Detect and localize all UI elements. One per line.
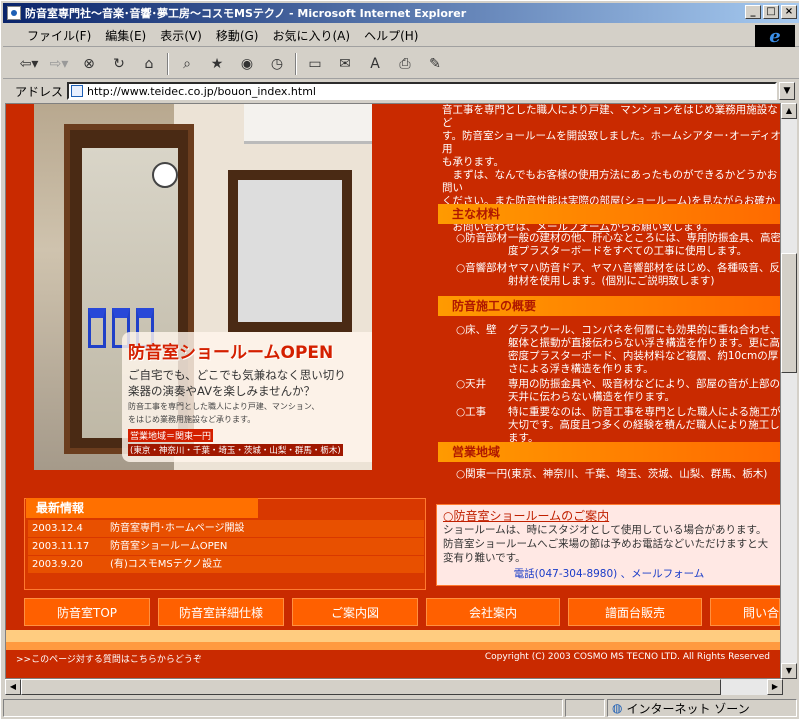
nav-buttons: 防音室TOP 防音室詳細仕様 ご案内図 会社案内 譜面台販売 問い合	[24, 598, 780, 626]
materials-row: ○防音部材 一般の建材の他、肝心なところには、専用防振金具、高密度プラスターボード…	[456, 232, 781, 257]
nav-stand-button[interactable]: 譜面台販売	[568, 598, 702, 626]
scroll-down-arrow-icon[interactable]: ▼	[781, 663, 797, 679]
fullscreen-icon[interactable]: ▭	[303, 53, 327, 75]
nav-map-button[interactable]: ご案内図	[292, 598, 418, 626]
home-icon[interactable]: ⌂	[137, 53, 161, 75]
menu-file[interactable]: ファイル(F)	[21, 25, 97, 46]
page-viewport: 防音室ショールームOPEN ご自宅でも、どこでも気兼ねなく思い切り 楽器の演奏や…	[5, 103, 781, 679]
scroll-up-arrow-icon[interactable]: ▲	[781, 103, 797, 119]
toolbar: ⇦▾ ⇨▾ ⊗ ↻ ⌂ ⌕ ★ ◉ ◷ ▭ ✉ A ⎙ ✎	[3, 49, 799, 79]
security-zone: ◍ インターネット ゾーン	[607, 699, 797, 717]
promo-overlay: 防音室ショールームOPEN ご自宅でも、どこでも気兼ねなく思い切り 楽器の演奏や…	[122, 332, 372, 462]
nav-top-button[interactable]: 防音室TOP	[24, 598, 150, 626]
menu-favorites[interactable]: お気に入り(A)	[266, 25, 356, 46]
stop-icon[interactable]: ⊗	[77, 53, 101, 75]
browser-window: 防音室専門社～音楽･音響･夢工房～コスモMSテクノ - Microsoft In…	[0, 0, 800, 720]
address-input[interactable]: http://www.teidec.co.jp/bouon_index.html	[67, 82, 777, 100]
menu-edit[interactable]: 編集(E)	[99, 25, 152, 46]
window-title: 防音室専門社～音楽･音響･夢工房～コスモMSテクノ - Microsoft In…	[25, 7, 467, 20]
media-icon[interactable]: ◉	[235, 53, 259, 75]
materials-row: ○音響部材 ヤマハ防音ドア、ヤマハ音響部材をはじめ、各種吸音、反射材を使用します。…	[456, 262, 780, 287]
address-bar: アドレス http://www.teidec.co.jp/bouon_index…	[3, 81, 799, 101]
history-icon[interactable]: ◷	[265, 53, 289, 75]
vertical-scroll-thumb[interactable]	[781, 253, 797, 373]
intro-line: す。防音室ショールームを開設致しました。ホームシアター･オーディオ用	[442, 130, 781, 155]
menu-bar: ファイル(F) 編集(E) 表示(V) 移動(G) お気に入り(A) ヘルプ(H…	[3, 25, 799, 47]
horizontal-scrollbar[interactable]: ◀ ▶	[5, 679, 783, 695]
news-heading: 最新情報	[26, 498, 258, 518]
search-icon[interactable]: ⌕	[175, 53, 199, 75]
address-url: http://www.teidec.co.jp/bouon_index.html	[87, 84, 316, 98]
footer-copyright: Copyright (C) 2003 COSMO MS TECNO LTD. A…	[484, 652, 770, 662]
promo-sub1: ご自宅でも、どこでも気兼ねなく思い切り	[128, 368, 346, 382]
construction-row: ○床、壁 グラスウール、コンパネを何層にも効果的に重ね合わせ、躯体と振動が直接伝わ…	[456, 324, 781, 375]
maximize-button[interactable]: □	[763, 5, 779, 19]
back-arrow-icon[interactable]: ⇦▾	[17, 53, 41, 75]
horizontal-scroll-thumb[interactable]	[21, 679, 721, 695]
promo-heading: 防音室ショールームOPEN	[128, 343, 334, 363]
close-button[interactable]: ×	[781, 5, 797, 19]
intro-line: まずは、なんでもお客様の使用方法にあったものができるかどうかお問い	[442, 169, 778, 194]
edit-icon[interactable]: ✎	[423, 53, 447, 75]
showroom-info-box: ○防音室ショールームのご案内 ショールームは、時にスタジオとして使用している場合…	[436, 504, 780, 586]
showroom-info-title[interactable]: ○防音室ショールームのご案内	[443, 509, 775, 523]
toolbar-separator	[167, 52, 169, 75]
construction-row: ○天井 専用の防振金具や、吸音材などにより、部屋の音が上部の天井に伝わらない構造を…	[456, 378, 781, 403]
scroll-right-arrow-icon[interactable]: ▶	[767, 679, 783, 695]
news-item[interactable]: 2003.11.17 防音室ショールームOPEN	[28, 538, 424, 555]
ie-page-icon	[7, 6, 21, 20]
materials-heading: 主な材料	[438, 204, 780, 224]
vertical-scrollbar[interactable]: ▲ ▼	[781, 103, 797, 679]
ie-logo-icon: e	[755, 25, 795, 47]
menu-view[interactable]: 表示(V)	[154, 25, 208, 46]
intro-line: 音工事を専門とした職人により戸建、マンションをはじめ業務用施設など	[442, 104, 778, 129]
promo-area: 営業地域＝関東一円	[128, 429, 214, 442]
globe-icon: ◍	[612, 701, 623, 715]
menu-go[interactable]: 移動(G)	[210, 25, 265, 46]
showroom-info-body: ショールームは、時にスタジオとして使用している場合があります。防音室ショールーム…	[443, 524, 769, 564]
favorites-icon[interactable]: ★	[205, 53, 229, 75]
promo-sub2: 楽器の演奏やAVを楽しみませんか？	[128, 384, 316, 398]
showroom-contact-link[interactable]: 電話(047-304-8980) 、メールフォーム	[443, 567, 775, 581]
showroom-photo: 防音室ショールームOPEN ご自宅でも、どこでも気兼ねなく思い切り 楽器の演奏や…	[34, 104, 372, 470]
refresh-icon[interactable]: ↻	[107, 53, 131, 75]
font-size-icon[interactable]: A	[363, 53, 387, 75]
nav-spec-button[interactable]: 防音室詳細仕様	[158, 598, 284, 626]
nav-contact-button[interactable]: 問い合	[710, 598, 780, 626]
address-label: アドレス	[15, 84, 64, 99]
forward-arrow-icon[interactable]: ⇨▾	[47, 53, 71, 75]
address-dropdown-icon[interactable]: ▼	[779, 82, 795, 100]
footer-question-link[interactable]: >>このページ対する質問はこちらからどうぞ	[16, 652, 202, 678]
menu-help[interactable]: ヘルプ(H)	[358, 25, 424, 46]
mail-icon[interactable]: ✉	[333, 53, 357, 75]
promo-tiny2: をはじめ業務用施設など承ります。	[128, 415, 256, 424]
clock-icon	[152, 162, 178, 188]
observation-window	[228, 170, 352, 332]
construction-row: ○工事 特に重要なのは、防音工事を専門とした職人による施工が大切です。高度且つ多く…	[456, 406, 781, 444]
area-text: ○関東一円(東京、神奈川、千葉、埼玉、茨城、山梨、群馬、栃木)	[456, 468, 768, 480]
news-item[interactable]: 2003.9.20 (有)コスモMSテクノ設立	[28, 556, 424, 573]
print-icon[interactable]: ⎙	[393, 53, 417, 75]
minimize-button[interactable]: _	[745, 5, 761, 19]
news-item[interactable]: 2003.12.4 防音室専門･ホームページ開設	[28, 520, 424, 537]
construction-heading: 防音施工の概要	[438, 296, 780, 316]
status-bar: ◍ インターネット ゾーン	[3, 697, 799, 719]
promo-regions: (東京・神奈川・千葉・埼玉・茨城・山梨・群馬・栃木)	[128, 444, 343, 456]
intro-line: も承ります。	[442, 156, 504, 168]
nav-company-button[interactable]: 会社案内	[426, 598, 560, 626]
page-footer: >>このページ対する質問はこちらからどうぞ Copyright (C) 2003…	[6, 650, 780, 678]
page-icon	[71, 85, 84, 97]
title-bar: 防音室専門社～音楽･音響･夢工房～コスモMSテクノ - Microsoft In…	[3, 3, 799, 23]
status-text	[3, 699, 563, 717]
promo-tiny1: 防音工事を専門とした職人により戸建、マンション、	[128, 402, 320, 411]
area-heading: 営業地域	[438, 442, 780, 462]
scroll-left-arrow-icon[interactable]: ◀	[5, 679, 21, 695]
air-conditioner	[244, 104, 372, 144]
toolbar-separator	[295, 52, 297, 75]
